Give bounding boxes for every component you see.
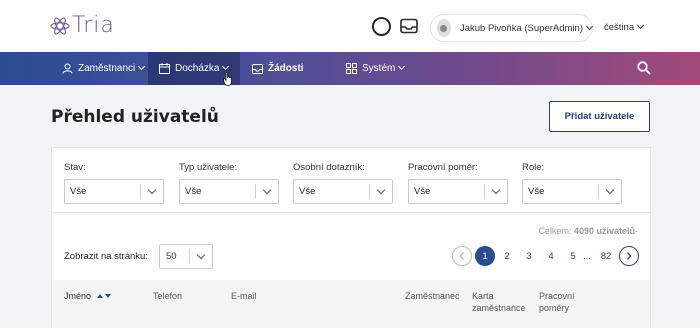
filter-label: Pracovní poměr: bbox=[408, 162, 478, 173]
per-page-select[interactable]: 50 bbox=[159, 244, 213, 269]
filter-stav-select[interactable]: Vše bbox=[64, 179, 164, 204]
column-header-pracovni-pomery[interactable]: Pracovní poměry bbox=[539, 290, 589, 314]
prev-page-button[interactable] bbox=[452, 246, 472, 266]
per-page-label: Zobrazit na stránku: bbox=[64, 251, 148, 262]
chevron-down-icon bbox=[196, 250, 206, 260]
page-button-2[interactable]: 2 bbox=[497, 246, 517, 266]
filter-role: Role: Vše bbox=[522, 162, 622, 204]
chevron-down-icon bbox=[138, 62, 146, 71]
user-name: Jakub Pivoňka (SuperAdmin) bbox=[460, 22, 594, 34]
chevron-down-icon bbox=[585, 22, 594, 30]
page-button-last[interactable]: 82 bbox=[596, 246, 616, 266]
hand-cursor-icon bbox=[223, 72, 232, 86]
nav-item-zadosti[interactable]: Žádosti bbox=[252, 52, 304, 85]
avatar bbox=[437, 19, 451, 37]
column-header-karta[interactable]: Karta zaměstnance bbox=[472, 290, 532, 314]
page-title: Přehled uživatelů bbox=[51, 107, 219, 127]
filter-label: Osobní dotazník: bbox=[293, 162, 365, 173]
filter-label: Typ uživatele: bbox=[179, 162, 238, 173]
column-header-email[interactable]: E-mail bbox=[231, 290, 257, 302]
filter-role-select[interactable]: Vše bbox=[522, 179, 622, 204]
search-icon[interactable] bbox=[637, 61, 651, 75]
column-header-jmeno[interactable]: Jméno bbox=[64, 290, 112, 302]
filter-label: Role: bbox=[522, 162, 545, 173]
column-header-telefon[interactable]: Telefon bbox=[153, 290, 182, 302]
chevron-down-icon bbox=[147, 185, 157, 195]
filter-osobni-dotaznik: Osobní dotazník: Vše bbox=[293, 162, 393, 204]
filter-typ-uzivatele-select[interactable]: Vše bbox=[179, 179, 279, 204]
inbox-icon bbox=[252, 63, 263, 74]
pagination-ellipsis: ... bbox=[583, 250, 591, 262]
filter-osobni-dotaznik-select[interactable]: Vše bbox=[293, 179, 393, 204]
page-button-4[interactable]: 4 bbox=[541, 246, 561, 266]
filter-pracovni-pomer-select[interactable]: Vše bbox=[408, 179, 508, 204]
total-count: Celkem: 4090 uživatelů- bbox=[538, 226, 638, 236]
user-menu[interactable]: Jakub Pivoňka (SuperAdmin) bbox=[430, 14, 594, 42]
filter-stav: Stav: Vše bbox=[64, 162, 164, 204]
chevron-down-icon bbox=[376, 185, 386, 195]
tria-logo-icon bbox=[50, 16, 70, 35]
next-page-button[interactable] bbox=[619, 246, 639, 266]
divider bbox=[52, 212, 650, 213]
status-circle-icon[interactable] bbox=[372, 17, 391, 36]
chevron-down-icon bbox=[262, 185, 272, 195]
add-user-button[interactable]: Přidat uživatele bbox=[549, 101, 650, 132]
language-selector[interactable]: čeština bbox=[604, 21, 645, 33]
chevron-right-icon bbox=[627, 252, 632, 260]
filter-pracovni-pomer: Pracovní poměr: Vše bbox=[408, 162, 508, 204]
top-bar: Tria Jakub Pivoňka (SuperAdmin) čeština bbox=[0, 0, 700, 52]
nav-item-zamestnanci[interactable]: Zaměstnanci bbox=[62, 52, 146, 85]
column-header-zamestnanec[interactable]: Zaměstnanec bbox=[405, 290, 460, 302]
logo-text: Tria bbox=[72, 13, 115, 38]
main-nav: Zaměstnanci Docházka Žádosti Systém bbox=[0, 52, 700, 85]
sort-icon bbox=[96, 294, 111, 298]
chevron-left-icon bbox=[459, 252, 464, 260]
page-button-1[interactable]: 1 bbox=[475, 246, 495, 266]
chevron-down-icon bbox=[637, 21, 645, 30]
table-header: Jméno Telefon E-mail Zaměstnanec Karta z… bbox=[52, 280, 650, 328]
calendar-icon bbox=[159, 63, 170, 74]
chevron-down-icon bbox=[491, 185, 501, 195]
filter-label: Stav: bbox=[64, 162, 86, 173]
chevron-down-icon bbox=[222, 62, 230, 71]
inbox-icon[interactable] bbox=[400, 18, 418, 34]
chevron-down-icon bbox=[605, 185, 615, 195]
grid-icon bbox=[346, 63, 357, 74]
logo[interactable]: Tria bbox=[50, 13, 115, 38]
nav-item-system[interactable]: Systém bbox=[346, 52, 406, 85]
user-icon bbox=[62, 63, 73, 74]
chevron-down-icon bbox=[398, 62, 406, 71]
users-card: Stav: Vše Typ uživatele: Vše Osobní dota… bbox=[51, 147, 651, 328]
page-button-3[interactable]: 3 bbox=[519, 246, 539, 266]
filter-typ-uzivatele: Typ uživatele: Vše bbox=[179, 162, 279, 204]
